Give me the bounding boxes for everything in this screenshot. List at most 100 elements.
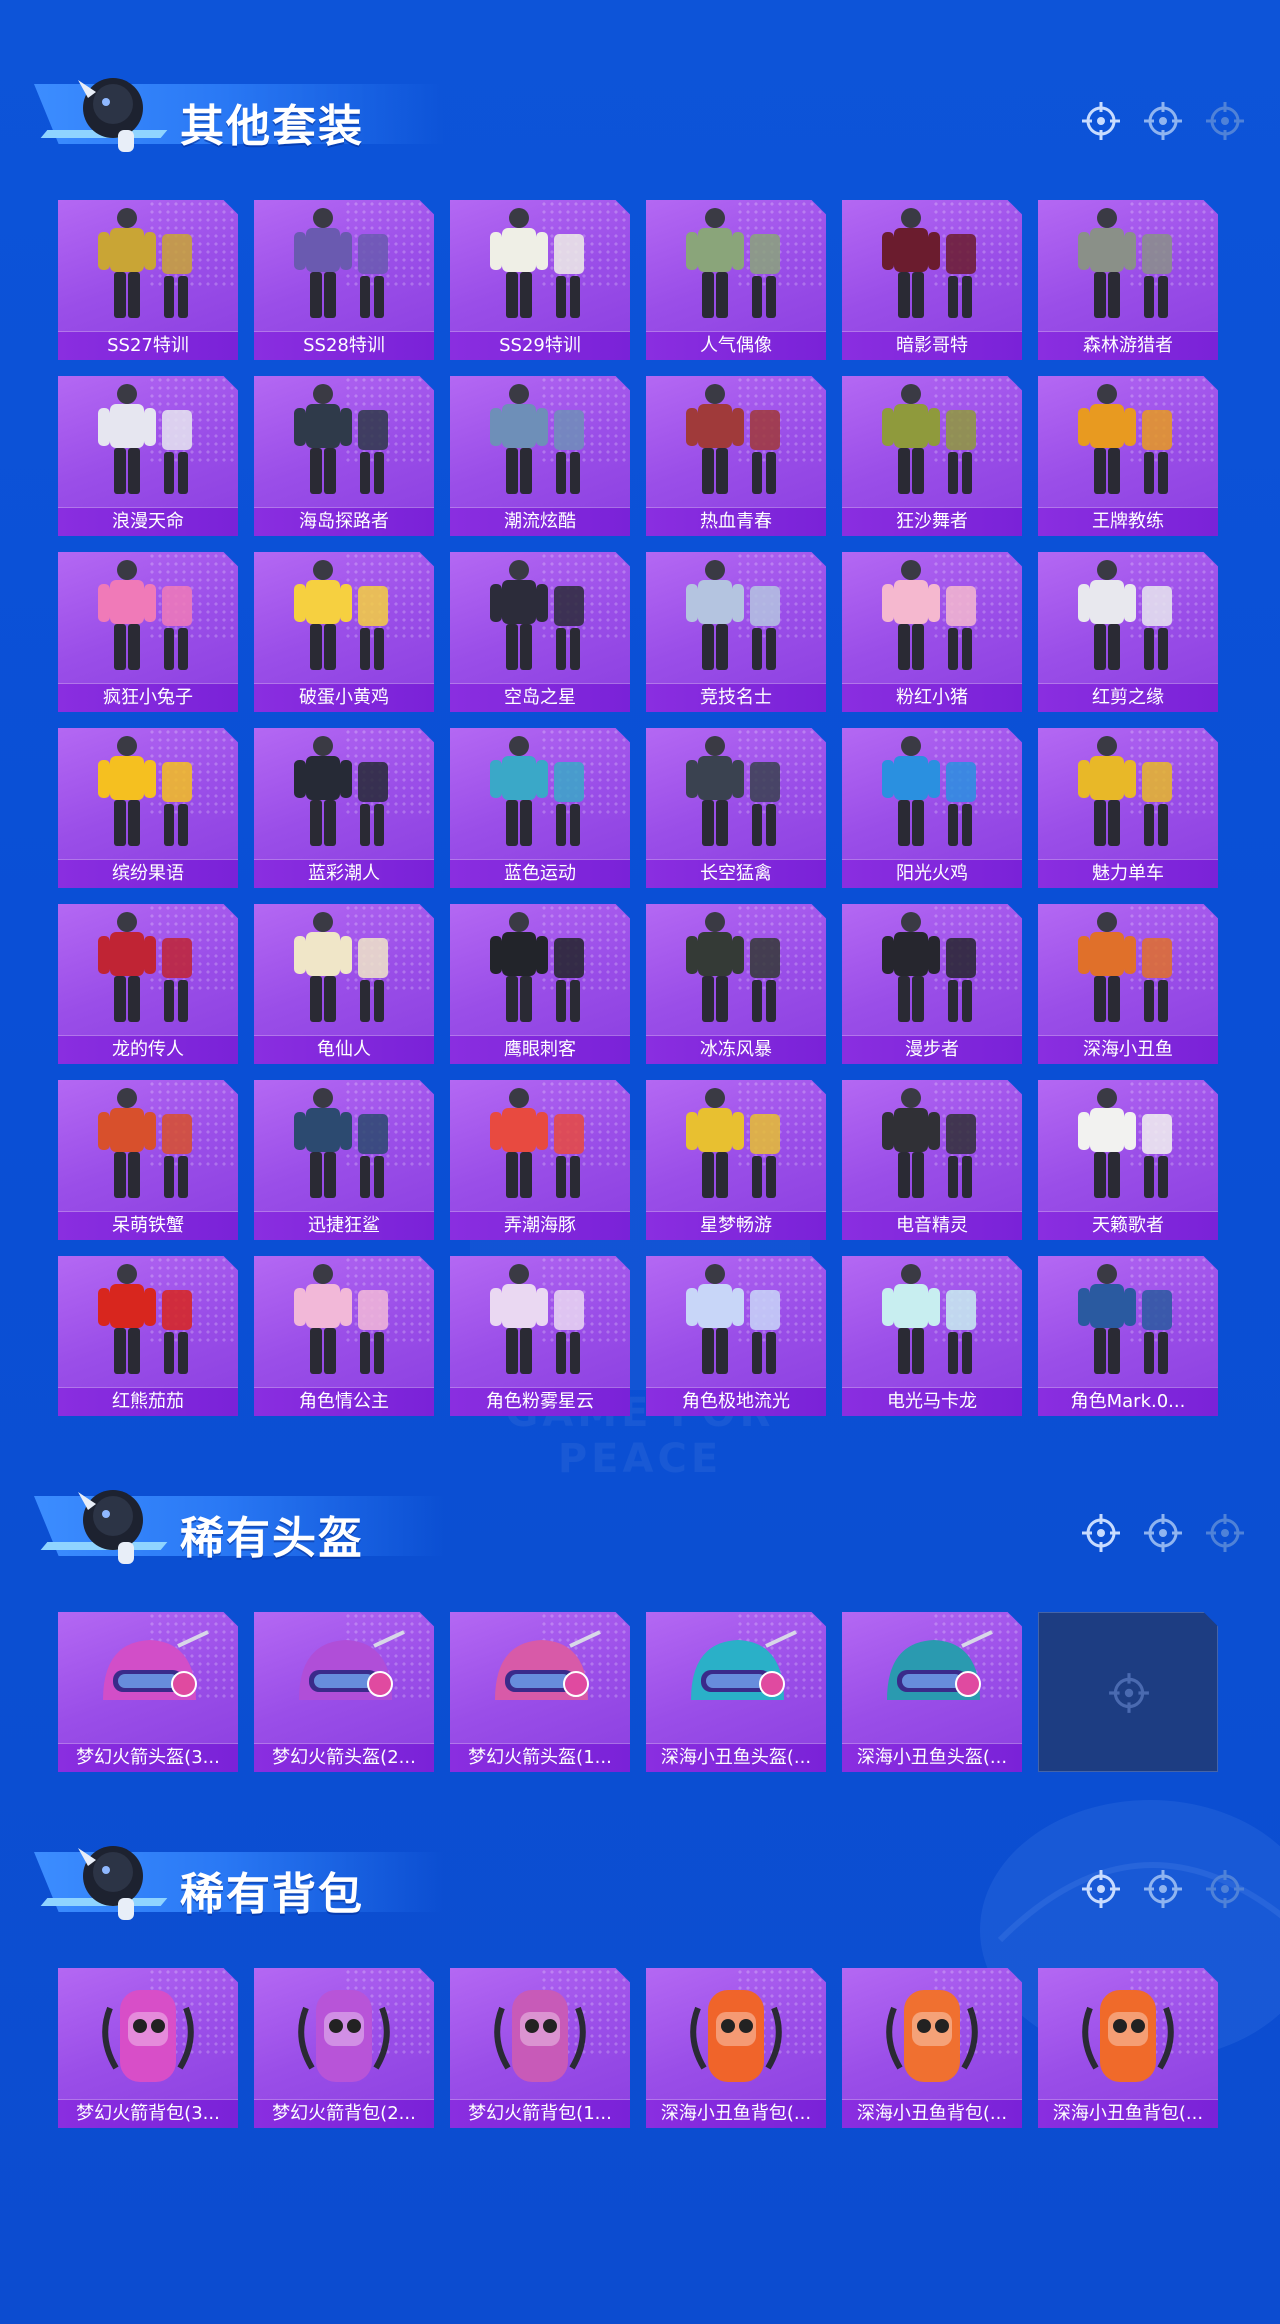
suit-item-card[interactable]: 蓝色运动 (450, 728, 630, 888)
suit-item-image (882, 560, 976, 670)
helmet-item-image (299, 1630, 405, 1700)
backpack-item-card[interactable]: 梦幻火箭背包(1... (450, 1968, 630, 2128)
suit-item-card[interactable]: 破蛋小黄鸡 (254, 552, 434, 712)
item-name-label: 电光马卡龙 (842, 1387, 1022, 1416)
suit-item-card[interactable]: 蓝彩潮人 (254, 728, 434, 888)
backpack-item-card[interactable]: 深海小丑鱼背包(... (842, 1968, 1022, 2128)
suit-item-card[interactable]: SS28特训 (254, 200, 434, 360)
suit-item-image (1078, 208, 1172, 318)
suit-item-card[interactable]: 空岛之星 (450, 552, 630, 712)
helmet-item-card[interactable]: 深海小丑鱼头盔(... (842, 1612, 1022, 1772)
suit-item-image (882, 208, 976, 318)
suit-item-card[interactable]: 深海小丑鱼 (1038, 904, 1218, 1064)
item-name-label: 长空猛禽 (646, 859, 826, 888)
helmet-item-image (103, 1630, 209, 1700)
suit-item-card[interactable]: 狂沙舞者 (842, 376, 1022, 536)
item-name-label: 角色极地流光 (646, 1387, 826, 1416)
suit-item-image (294, 1264, 388, 1374)
crosshair-icon (1082, 102, 1120, 140)
suit-item-card[interactable]: 漫步者 (842, 904, 1022, 1064)
suit-item-card[interactable]: 长空猛禽 (646, 728, 826, 888)
suit-item-card[interactable]: 魅力单车 (1038, 728, 1218, 888)
section-rare-backpacks: 稀有背包 梦幻火箭背包(3... 梦幻火箭背包(2... 梦幻火箭背包(1...… (0, 1818, 1280, 2128)
suit-item-card[interactable]: 浪漫天命 (58, 376, 238, 536)
suit-item-image (882, 736, 976, 846)
suit-item-card[interactable]: SS29特训 (450, 200, 630, 360)
helmet-item-card[interactable]: 梦幻火箭头盔(1... (450, 1612, 630, 1772)
crosshair-icon (1082, 1870, 1120, 1908)
item-grid: 梦幻火箭背包(3... 梦幻火箭背包(2... 梦幻火箭背包(1... 深海小丑… (58, 1968, 1218, 2128)
suit-item-image (686, 560, 780, 670)
suit-item-image (1078, 912, 1172, 1022)
helmet-item-image (495, 1630, 601, 1700)
item-name-label: 空岛之星 (450, 683, 630, 712)
suit-item-image (294, 384, 388, 494)
item-name-label: 人气偶像 (646, 331, 826, 360)
suit-item-card[interactable]: 潮流炫酷 (450, 376, 630, 536)
helmet-item-image (887, 1630, 993, 1700)
suit-item-card[interactable]: 王牌教练 (1038, 376, 1218, 536)
suit-item-card[interactable]: 红熊茄茄 (58, 1256, 238, 1416)
suit-item-card[interactable]: SS27特训 (58, 200, 238, 360)
backpack-item-card[interactable]: 深海小丑鱼背包(... (1038, 1968, 1218, 2128)
suit-item-card[interactable]: 缤纷果语 (58, 728, 238, 888)
crosshair-icon (1082, 1514, 1120, 1552)
suit-item-card[interactable]: 迅捷狂鲨 (254, 1080, 434, 1240)
suit-item-card[interactable]: 天籁歌者 (1038, 1080, 1218, 1240)
suit-item-card[interactable]: 龙的传人 (58, 904, 238, 1064)
suit-item-card[interactable]: 暗影哥特 (842, 200, 1022, 360)
suit-item-image (490, 736, 584, 846)
suit-item-image (1078, 1264, 1172, 1374)
helmet-item-card[interactable]: 梦幻火箭头盔(3... (58, 1612, 238, 1772)
suit-item-card[interactable]: 疯狂小兔子 (58, 552, 238, 712)
suit-item-card[interactable]: 粉红小猪 (842, 552, 1022, 712)
suit-item-card[interactable]: 人气偶像 (646, 200, 826, 360)
helmet-item-card[interactable]: 梦幻火箭头盔(2... (254, 1612, 434, 1772)
suit-item-card[interactable]: 弄潮海豚 (450, 1080, 630, 1240)
suit-item-card[interactable]: 森林游猎者 (1038, 200, 1218, 360)
suit-item-card[interactable]: 角色情公主 (254, 1256, 434, 1416)
suit-item-card[interactable]: 海岛探路者 (254, 376, 434, 536)
suit-item-card[interactable]: 竞技名士 (646, 552, 826, 712)
suit-item-image (1078, 736, 1172, 846)
crosshair-icon (1206, 1514, 1244, 1552)
suit-item-card[interactable]: 龟仙人 (254, 904, 434, 1064)
suit-item-card[interactable]: 电光马卡龙 (842, 1256, 1022, 1416)
item-name-label: 疯狂小兔子 (58, 683, 238, 712)
mascot-character-icon (78, 78, 143, 152)
item-name-label: 梦幻火箭背包(3... (58, 2099, 238, 2128)
mascot-character-icon (78, 1846, 143, 1920)
item-name-label: 王牌教练 (1038, 507, 1218, 536)
item-name-label: 深海小丑鱼头盔(... (646, 1743, 826, 1772)
suit-item-card[interactable]: 冰冻风暴 (646, 904, 826, 1064)
item-name-label: 角色粉雾星云 (450, 1387, 630, 1416)
item-name-label: 魅力单车 (1038, 859, 1218, 888)
suit-item-card[interactable]: 角色Mark.0... (1038, 1256, 1218, 1416)
suit-item-card[interactable]: 热血青春 (646, 376, 826, 536)
suit-item-image (98, 560, 192, 670)
item-name-label: 电音精灵 (842, 1211, 1022, 1240)
section-header: 稀有头盔 (0, 1462, 1280, 1572)
suit-item-card[interactable]: 角色极地流光 (646, 1256, 826, 1416)
suit-item-card[interactable]: 鹰眼刺客 (450, 904, 630, 1064)
backpack-item-card[interactable]: 梦幻火箭背包(3... (58, 1968, 238, 2128)
empty-item-slot (1038, 1612, 1218, 1772)
item-name-label: 弄潮海豚 (450, 1211, 630, 1240)
item-name-label: 狂沙舞者 (842, 507, 1022, 536)
item-name-label: 阳光火鸡 (842, 859, 1022, 888)
backpack-item-card[interactable]: 梦幻火箭背包(2... (254, 1968, 434, 2128)
suit-item-card[interactable]: 角色粉雾星云 (450, 1256, 630, 1416)
helmet-item-card[interactable]: 深海小丑鱼头盔(... (646, 1612, 826, 1772)
item-name-label: 角色情公主 (254, 1387, 434, 1416)
item-name-label: 梦幻火箭背包(1... (450, 2099, 630, 2128)
suit-item-card[interactable]: 红剪之缘 (1038, 552, 1218, 712)
item-name-label: 浪漫天命 (58, 507, 238, 536)
backpack-item-card[interactable]: 深海小丑鱼背包(... (646, 1968, 826, 2128)
crosshair-icon (1206, 1870, 1244, 1908)
suit-item-card[interactable]: 星梦畅游 (646, 1080, 826, 1240)
suit-item-card[interactable]: 阳光火鸡 (842, 728, 1022, 888)
suit-item-card[interactable]: 电音精灵 (842, 1080, 1022, 1240)
crosshair-icon-group (1080, 100, 1246, 142)
suit-item-image (98, 912, 192, 1022)
suit-item-card[interactable]: 呆萌铁蟹 (58, 1080, 238, 1240)
